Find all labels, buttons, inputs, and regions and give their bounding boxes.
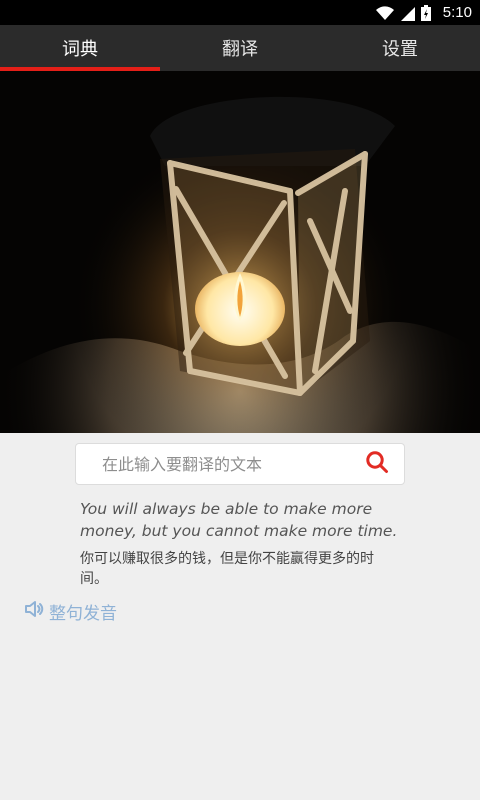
search-icon xyxy=(364,449,390,479)
speak-label: 整句发音 xyxy=(49,603,117,624)
tab-settings[interactable]: 设置 xyxy=(320,25,480,71)
speaker-icon xyxy=(23,598,45,625)
search-box xyxy=(75,443,405,485)
tab-label: 词典 xyxy=(62,39,98,60)
quote-english: You will always be able to make more mon… xyxy=(80,500,398,540)
search-button[interactable] xyxy=(360,447,394,481)
tab-dictionary[interactable]: 词典 xyxy=(0,25,160,71)
signal-icon xyxy=(400,5,415,21)
tab-label: 翻译 xyxy=(222,39,258,60)
tab-translate[interactable]: 翻译 xyxy=(160,25,320,71)
status-time: 5:10 xyxy=(442,4,472,21)
tab-label: 设置 xyxy=(382,39,418,60)
status-bar: 5:10 xyxy=(0,0,480,25)
search-input[interactable] xyxy=(100,453,360,475)
speak-sentence-button[interactable]: 整句发音 xyxy=(23,598,117,625)
wifi-icon xyxy=(375,5,395,21)
battery-icon xyxy=(420,4,431,21)
tab-bar: 词典 翻译 设置 xyxy=(0,25,480,71)
hero-image xyxy=(0,71,480,433)
lantern-image xyxy=(0,71,480,433)
quote-chinese: 你可以赚取很多的钱，但是你不能赢得更多的时间。 xyxy=(80,551,374,587)
